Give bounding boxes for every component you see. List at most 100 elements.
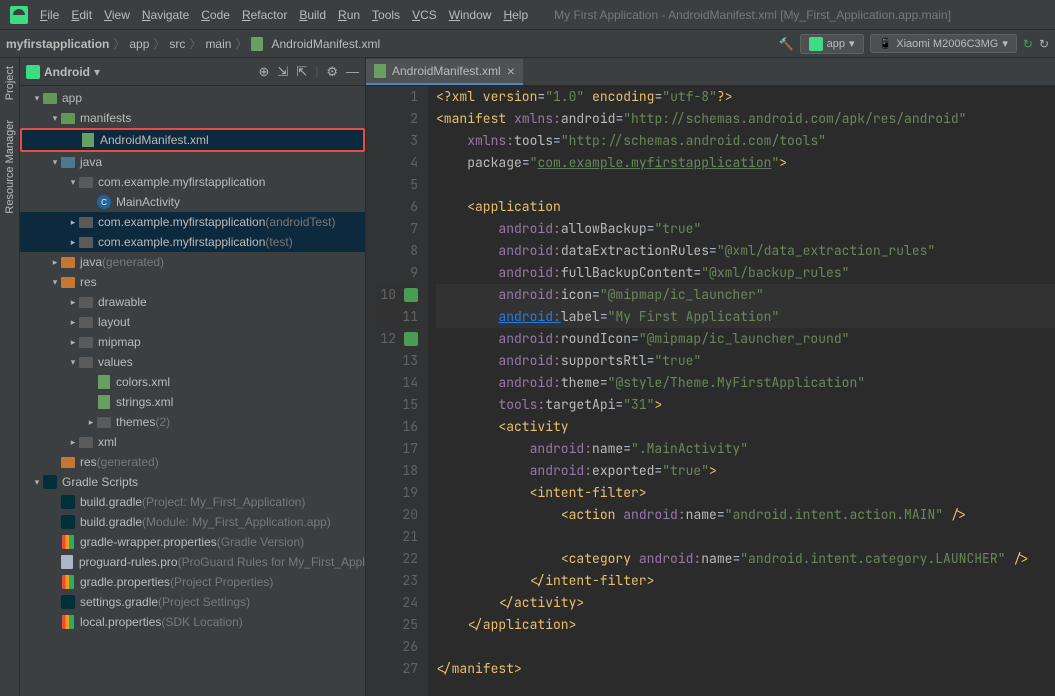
code-line[interactable]: <intent-filter>	[436, 482, 1055, 504]
breadcrumb-item[interactable]: app	[129, 37, 149, 51]
tree-item[interactable]: ▸layout	[20, 312, 365, 332]
tree-item[interactable]: ▸gradle-wrapper.properties (Gradle Versi…	[20, 532, 365, 552]
code-line[interactable]: </application>	[436, 614, 1055, 636]
tree-item[interactable]: ▾app	[20, 88, 365, 108]
code-line[interactable]	[436, 636, 1055, 658]
tree-item[interactable]: ▸res (generated)	[20, 452, 365, 472]
tree-arrow-icon[interactable]: ▾	[50, 277, 60, 288]
gutter-resource-icon[interactable]	[404, 332, 418, 346]
tree-item[interactable]: ▸com.example.myfirstapplication (test)	[20, 232, 365, 252]
tree-arrow-icon[interactable]: ▸	[68, 337, 78, 348]
tree-item[interactable]: ▾res	[20, 272, 365, 292]
tree-arrow-icon[interactable]: ▾	[50, 113, 60, 124]
tree-item[interactable]: ▾com.example.myfirstapplication	[20, 172, 365, 192]
tree-item[interactable]: ▸build.gradle (Project: My_First_Applica…	[20, 492, 365, 512]
tree-item[interactable]: ▸themes (2)	[20, 412, 365, 432]
rail-tab-resource-manager[interactable]: Resource Manager	[2, 112, 18, 222]
tree-arrow-icon[interactable]: ▸	[68, 437, 78, 448]
panel-mode[interactable]: Android	[44, 65, 90, 79]
code-line[interactable]: </activity>	[436, 592, 1055, 614]
tree-item[interactable]: ▸local.properties (SDK Location)	[20, 612, 365, 632]
tree-item[interactable]: ▾java	[20, 152, 365, 172]
code-line[interactable]: <category android:name="android.intent.c…	[436, 548, 1055, 570]
gear-icon[interactable]: ⚙	[326, 64, 338, 80]
code-line[interactable]: <manifest xmlns:android="http://schemas.…	[436, 108, 1055, 130]
tree-arrow-icon[interactable]: ▸	[68, 317, 78, 328]
tree-item[interactable]: ▸CMainActivity	[20, 192, 365, 212]
code-line[interactable]: <activity	[436, 416, 1055, 438]
menu-build[interactable]: Build	[293, 4, 332, 26]
project-tree[interactable]: ▾app▾manifests▸AndroidManifest.xml▾java▾…	[20, 86, 365, 696]
code-line[interactable]: </manifest>	[436, 658, 1055, 680]
tree-arrow-icon[interactable]: ▸	[50, 257, 60, 268]
tree-arrow-icon[interactable]: ▾	[50, 157, 60, 168]
device-dropdown[interactable]: 📱 Xiaomi M2006C3MG ▾	[870, 34, 1017, 53]
tree-arrow-icon[interactable]: ▾	[68, 357, 78, 368]
tree-item[interactable]: ▸xml	[20, 432, 365, 452]
tree-item[interactable]: ▸gradle.properties (Project Properties)	[20, 572, 365, 592]
tree-item[interactable]: ▸drawable	[20, 292, 365, 312]
tree-item[interactable]: ▾values	[20, 352, 365, 372]
menu-refactor[interactable]: Refactor	[236, 4, 293, 26]
menu-vcs[interactable]: VCS	[406, 4, 443, 26]
close-icon[interactable]: ×	[507, 63, 515, 79]
gutter[interactable]: 1234567891011121314151617181920212223242…	[366, 86, 428, 696]
tree-arrow-icon[interactable]: ▾	[32, 93, 42, 104]
code-line[interactable]: android:supportsRtl="true"	[436, 350, 1055, 372]
gutter-resource-icon[interactable]	[404, 288, 418, 302]
tree-item[interactable]: ▸colors.xml	[20, 372, 365, 392]
tree-item[interactable]: ▾manifests	[20, 108, 365, 128]
tree-arrow-icon[interactable]: ▾	[32, 477, 42, 488]
code-line[interactable]: <action android:name="android.intent.act…	[436, 504, 1055, 526]
code-line[interactable]: android:label="My First Application"	[436, 306, 1055, 328]
menu-tools[interactable]: Tools	[366, 4, 406, 26]
code-line[interactable]: android:roundIcon="@mipmap/ic_launcher_r…	[436, 328, 1055, 350]
breadcrumb-item[interactable]: main	[205, 37, 231, 51]
sync-icon[interactable]: ↻	[1023, 37, 1033, 51]
collapse-icon[interactable]: ⇱	[296, 64, 307, 80]
menu-view[interactable]: View	[98, 4, 136, 26]
tree-item[interactable]: ▸com.example.myfirstapplication (android…	[20, 212, 365, 232]
run-config-dropdown[interactable]: app ▾	[800, 34, 864, 54]
code-line[interactable]: </intent-filter>	[436, 570, 1055, 592]
tree-item[interactable]: ▸build.gradle (Module: My_First_Applicat…	[20, 512, 365, 532]
code-line[interactable]: android:name=".MainActivity"	[436, 438, 1055, 460]
code-line[interactable]: android:icon="@mipmap/ic_launcher"	[436, 284, 1055, 306]
code-line[interactable]	[436, 526, 1055, 548]
tree-item[interactable]: ▸mipmap	[20, 332, 365, 352]
breadcrumb-item[interactable]: myfirstapplication	[6, 37, 109, 51]
build-icon[interactable]: 🔨	[779, 37, 794, 51]
code-line[interactable]: xmlns:tools="http://schemas.android.com/…	[436, 130, 1055, 152]
menu-file[interactable]: File	[34, 4, 65, 26]
tree-arrow-icon[interactable]: ▸	[68, 297, 78, 308]
tree-arrow-icon[interactable]: ▸	[86, 417, 96, 428]
tree-item[interactable]: ▸strings.xml	[20, 392, 365, 412]
menu-run[interactable]: Run	[332, 4, 366, 26]
expand-icon[interactable]: ⇲	[277, 64, 288, 80]
code-line[interactable]	[436, 174, 1055, 196]
menu-window[interactable]: Window	[443, 4, 498, 26]
menu-help[interactable]: Help	[497, 4, 534, 26]
code-line[interactable]: android:dataExtractionRules="@xml/data_e…	[436, 240, 1055, 262]
tree-item[interactable]: ▸java (generated)	[20, 252, 365, 272]
menu-edit[interactable]: Edit	[65, 4, 98, 26]
code-line[interactable]: package="com.example.myfirstapplication"…	[436, 152, 1055, 174]
chevron-down-icon[interactable]: ▾	[94, 65, 100, 79]
rail-tab-project[interactable]: Project	[2, 58, 18, 108]
menu-code[interactable]: Code	[195, 4, 236, 26]
tree-arrow-icon[interactable]: ▾	[68, 177, 78, 188]
breadcrumb-item[interactable]: AndroidManifest.xml	[271, 37, 380, 51]
reload-icon[interactable]: ↻	[1039, 37, 1049, 51]
select-opened-icon[interactable]: ⊕	[259, 64, 270, 80]
tree-arrow-icon[interactable]: ▸	[68, 217, 78, 228]
code-line[interactable]: <application	[436, 196, 1055, 218]
tree-item[interactable]: ▸AndroidManifest.xml	[20, 128, 365, 152]
code-content[interactable]: <?xml version="1.0" encoding="utf-8"?><m…	[428, 86, 1055, 696]
breadcrumb-item[interactable]: src	[169, 37, 185, 51]
code-line[interactable]: android:fullBackupContent="@xml/backup_r…	[436, 262, 1055, 284]
tree-item[interactable]: ▸settings.gradle (Project Settings)	[20, 592, 365, 612]
code-line[interactable]: android:exported="true">	[436, 460, 1055, 482]
tree-item[interactable]: ▸proguard-rules.pro (ProGuard Rules for …	[20, 552, 365, 572]
hide-icon[interactable]: —	[346, 64, 359, 80]
code-line[interactable]: android:allowBackup="true"	[436, 218, 1055, 240]
